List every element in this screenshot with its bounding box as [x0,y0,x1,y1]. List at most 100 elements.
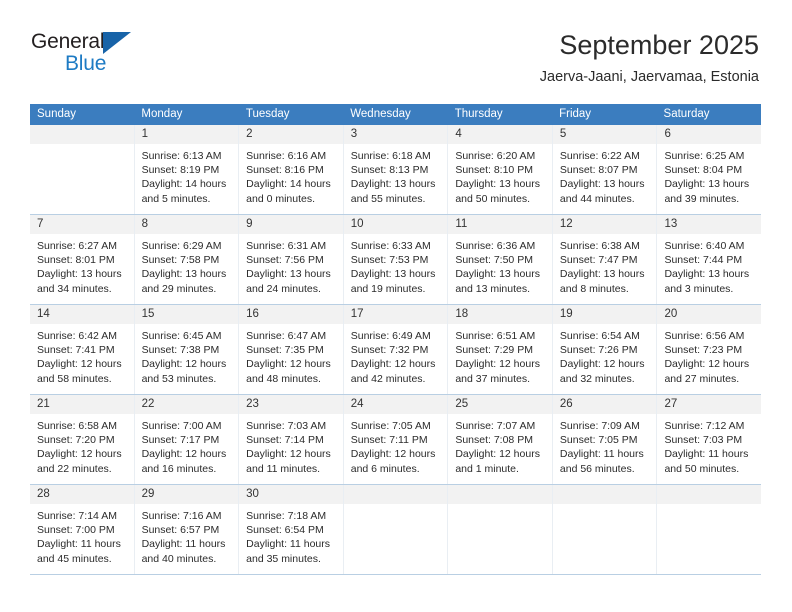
day-number-band [657,485,762,504]
day-details [30,144,134,149]
calendar-day-cell[interactable]: 23 Sunrise: 7:03 AM Sunset: 7:14 PM Dayligh… [239,395,344,484]
calendar-day-cell[interactable]: 18 Sunrise: 6:51 AM Sunset: 7:29 PM Dayligh… [448,305,553,394]
daylight-duration-line1: Daylight: 13 hours [246,268,331,281]
daylight-duration-line1: Daylight: 12 hours [350,448,436,461]
day-number-band: 6 [657,125,762,144]
day-number-band [30,125,134,144]
daylight-duration-line1: Daylight: 13 hours [350,178,436,191]
calendar-day-cell[interactable]: 6 Sunrise: 6:25 AM Sunset: 8:04 PM Daylight… [657,125,762,214]
day-number: 10 [350,218,364,230]
calendar-day-cell[interactable]: 3 Sunrise: 6:18 AM Sunset: 8:13 PM Daylight… [343,125,449,214]
sunrise-time: Sunrise: 7:16 AM [141,510,222,522]
sunrise-time: Sunrise: 6:16 AM [246,150,327,162]
day-details: Sunrise: 6:22 AM Sunset: 8:07 PM Daylight:… [553,144,657,206]
weekday-header-tuesday: Tuesday [245,108,290,120]
day-number: 2 [246,128,253,140]
calendar-day-cell[interactable]: 27 Sunrise: 7:12 AM Sunset: 7:03 PM Dayligh… [657,395,762,484]
day-details: Sunrise: 6:18 AM Sunset: 8:13 PM Daylight:… [344,144,448,206]
sunset-time: Sunset: 7:05 PM [559,434,638,447]
daylight-duration-line2: and 8 minutes. [559,282,629,295]
day-number-band: 24 [343,395,448,414]
sunset-time: Sunset: 7:14 PM [246,434,324,447]
calendar-day-cell[interactable]: 30 Sunrise: 7:18 AM Sunset: 6:54 PM Dayligh… [239,485,344,574]
calendar-day-cell[interactable]: 24 Sunrise: 7:05 AM Sunset: 7:11 PM Dayligh… [343,395,449,484]
weekday-header-wednesday: Wednesday [350,108,411,120]
daylight-duration-line2: and 11 minutes. [246,462,321,475]
day-number-band: 30 [239,485,343,504]
calendar-day-cell[interactable]: 26 Sunrise: 7:09 AM Sunset: 7:05 PM Dayligh… [552,395,658,484]
sunrise-time: Sunrise: 6:27 AM [37,240,117,252]
calendar-day-cell[interactable]: 12 Sunrise: 6:38 AM Sunset: 7:47 PM Dayligh… [552,215,658,304]
day-number-band: 29 [134,485,239,504]
sunset-time: Sunset: 7:35 PM [246,344,324,357]
day-details: Sunrise: 7:05 AM Sunset: 7:11 PM Daylight:… [344,414,448,476]
day-details: Sunrise: 6:33 AM Sunset: 7:53 PM Daylight:… [344,234,448,296]
day-number-band: 3 [343,125,448,144]
calendar-day-cell[interactable]: 2 Sunrise: 6:16 AM Sunset: 8:16 PM Daylight… [239,125,344,214]
day-number: 26 [559,398,573,410]
calendar-day-cell[interactable]: 11 Sunrise: 6:36 AM Sunset: 7:50 PM Dayligh… [448,215,553,304]
sunset-time: Sunset: 7:03 PM [664,434,743,447]
calendar-day-cell[interactable]: 14 Sunrise: 6:42 AM Sunset: 7:41 PM Dayligh… [30,305,135,394]
daylight-duration-line1: Daylight: 12 hours [141,448,227,461]
sunrise-time: Sunrise: 6:49 AM [350,330,431,342]
sunrise-time: Sunrise: 6:58 AM [37,420,117,432]
calendar-day-cell[interactable]: 4 Sunrise: 6:20 AM Sunset: 8:10 PM Daylight… [448,125,553,214]
day-number-band [448,485,552,504]
calendar-day-cell[interactable]: 28 Sunrise: 7:14 AM Sunset: 7:00 PM Dayligh… [30,485,135,574]
day-details: Sunrise: 6:51 AM Sunset: 7:29 PM Daylight:… [448,324,552,386]
day-details: Sunrise: 6:36 AM Sunset: 7:50 PM Daylight:… [448,234,552,296]
calendar-day-cell[interactable]: 21 Sunrise: 6:58 AM Sunset: 7:20 PM Dayligh… [30,395,135,484]
sunrise-time: Sunrise: 6:18 AM [350,150,431,162]
daylight-duration-line2: and 0 minutes. [246,192,316,205]
day-number-band [552,485,657,504]
calendar-day-cell[interactable]: 22 Sunrise: 7:00 AM Sunset: 7:17 PM Dayligh… [134,395,240,484]
daylight-duration-line2: and 42 minutes. [350,372,426,385]
calendar-week-row: 7 Sunrise: 6:27 AM Sunset: 8:01 PM Daylight… [30,214,762,304]
day-details: Sunrise: 6:49 AM Sunset: 7:32 PM Daylight:… [344,324,448,386]
day-details [553,504,657,509]
location-subtitle: Jaerva-Jaani, Jaervamaa, Estonia [539,69,759,85]
calendar-day-cell[interactable]: 5 Sunrise: 6:22 AM Sunset: 8:07 PM Daylight… [552,125,658,214]
sunset-time: Sunset: 7:08 PM [455,434,533,447]
daylight-duration-line1: Daylight: 13 hours [455,178,540,191]
day-number: 19 [559,308,573,320]
day-details: Sunrise: 7:00 AM Sunset: 7:17 PM Daylight:… [135,414,239,476]
daylight-duration-line2: and 50 minutes. [664,462,740,475]
calendar-day-cell[interactable]: 1 Sunrise: 6:13 AM Sunset: 8:19 PM Daylight… [134,125,240,214]
calendar-day-cell[interactable]: 7 Sunrise: 6:27 AM Sunset: 8:01 PM Daylight… [30,215,135,304]
day-details: Sunrise: 7:03 AM Sunset: 7:14 PM Daylight:… [239,414,343,476]
sunrise-time: Sunrise: 7:18 AM [246,510,327,522]
general-blue-logo[interactable]: General Blue [31,30,211,80]
calendar-day-cell[interactable]: 29 Sunrise: 7:16 AM Sunset: 6:57 PM Dayligh… [134,485,240,574]
daylight-duration-line1: Daylight: 13 hours [559,268,645,281]
calendar-day-cell[interactable]: 9 Sunrise: 6:31 AM Sunset: 7:56 PM Daylight… [239,215,344,304]
day-number: 8 [141,218,148,230]
daylight-duration-line1: Daylight: 12 hours [664,358,750,371]
calendar-day-cell[interactable]: 16 Sunrise: 6:47 AM Sunset: 7:35 PM Dayligh… [239,305,344,394]
day-number-band: 17 [343,305,448,324]
calendar-day-cell[interactable]: 17 Sunrise: 6:49 AM Sunset: 7:32 PM Dayligh… [343,305,449,394]
calendar-day-cell[interactable]: 10 Sunrise: 6:33 AM Sunset: 7:53 PM Dayligh… [343,215,449,304]
daylight-duration-line2: and 16 minutes. [141,462,217,475]
calendar-day-cell[interactable]: 8 Sunrise: 6:29 AM Sunset: 7:58 PM Daylight… [134,215,240,304]
daylight-duration-line1: Daylight: 12 hours [246,448,331,461]
sunset-time: Sunset: 8:10 PM [455,164,533,177]
calendar-day-cell[interactable]: 15 Sunrise: 6:45 AM Sunset: 7:38 PM Dayligh… [134,305,240,394]
daylight-duration-line2: and 50 minutes. [455,192,531,205]
calendar-day-cell[interactable]: 20 Sunrise: 6:56 AM Sunset: 7:23 PM Dayligh… [657,305,762,394]
calendar-day-cell[interactable]: 13 Sunrise: 6:40 AM Sunset: 7:44 PM Dayligh… [657,215,762,304]
weekday-header-monday: Monday [141,108,183,120]
calendar-day-cell[interactable]: 19 Sunrise: 6:54 AM Sunset: 7:26 PM Dayligh… [552,305,658,394]
day-number-band: 27 [657,395,762,414]
sunset-time: Sunset: 8:04 PM [664,164,743,177]
calendar-day-cell[interactable]: 25 Sunrise: 7:07 AM Sunset: 7:08 PM Dayligh… [448,395,553,484]
day-details: Sunrise: 6:20 AM Sunset: 8:10 PM Daylight:… [448,144,552,206]
sunrise-time: Sunrise: 6:36 AM [455,240,536,252]
sunset-time: Sunset: 7:11 PM [350,434,428,447]
sunrise-time: Sunrise: 6:13 AM [141,150,222,162]
daylight-duration-line1: Daylight: 11 hours [246,538,331,551]
sunrise-time: Sunrise: 7:00 AM [141,420,222,432]
day-number: 24 [350,398,364,410]
daylight-duration-line1: Daylight: 12 hours [37,448,122,461]
